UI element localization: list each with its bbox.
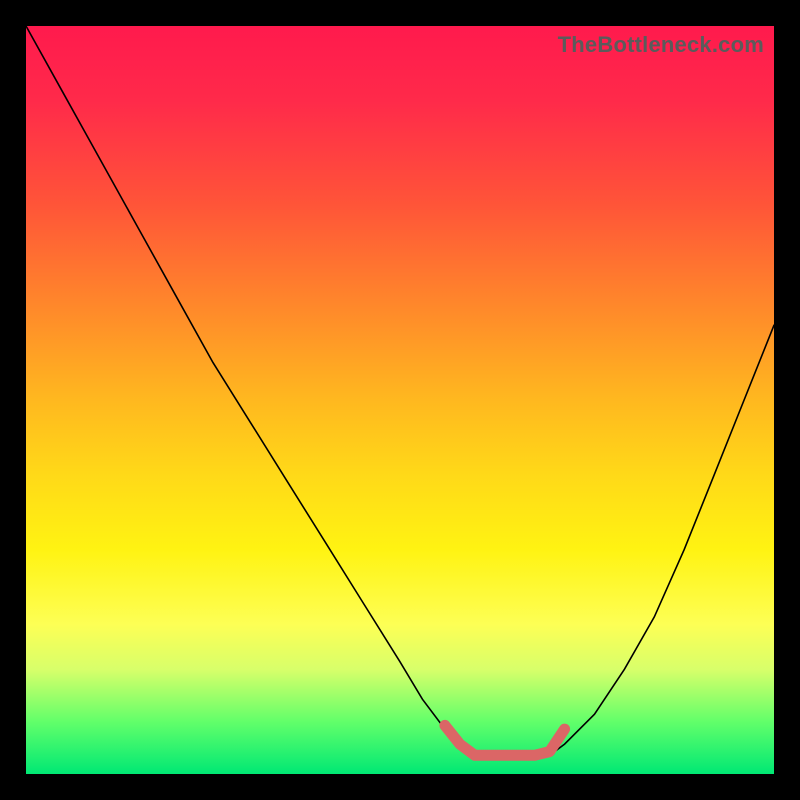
watermark-text: TheBottleneck.com <box>558 32 764 58</box>
bottleneck-curve <box>26 26 774 774</box>
chart-frame: TheBottleneck.com <box>0 0 800 800</box>
plot-area: TheBottleneck.com <box>26 26 774 774</box>
accent-path <box>445 725 565 755</box>
curve-path <box>26 26 774 759</box>
